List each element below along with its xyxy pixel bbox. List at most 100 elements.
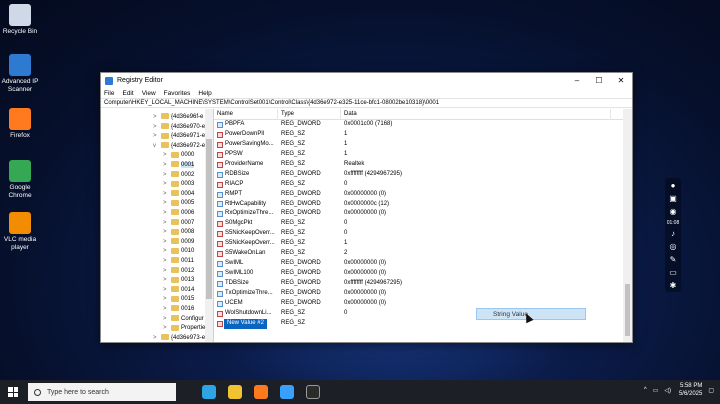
address-bar[interactable]: Computer\HKEY_LOCAL_MACHINE\SYSTEM\Contr… <box>101 98 632 108</box>
tree-item[interactable]: >0002 <box>163 171 194 181</box>
screenshot-icon[interactable]: ▭ <box>668 268 678 278</box>
chevron-right-icon[interactable]: > <box>163 324 171 334</box>
chevron-right-icon[interactable]: > <box>153 132 161 142</box>
desktop-icon[interactable]: VLC media player <box>0 212 40 252</box>
tree-item[interactable]: >0009 <box>163 238 194 248</box>
chevron-right-icon[interactable]: > <box>163 257 171 267</box>
chevron-right-icon[interactable]: > <box>153 113 161 123</box>
menu-file[interactable]: File <box>104 90 114 97</box>
tree-item[interactable]: v {4d36e972-e <box>153 142 205 152</box>
chevron-right-icon[interactable]: > <box>163 305 171 315</box>
tree-scrollbar[interactable] <box>205 109 213 342</box>
chevron-right-icon[interactable]: > <box>163 209 171 219</box>
chevron-right-icon[interactable]: > <box>163 190 171 200</box>
chevron-right-icon[interactable]: > <box>163 171 171 181</box>
edge-icon[interactable] <box>202 385 216 399</box>
start-button[interactable] <box>2 381 24 403</box>
tree-item[interactable]: >0000 <box>163 151 194 161</box>
regedit-taskbar-icon[interactable] <box>280 385 294 399</box>
tree-item[interactable]: >0004 <box>163 190 194 200</box>
tree-item[interactable]: >0010 <box>163 247 194 257</box>
settings-icon[interactable]: ✱ <box>668 281 678 291</box>
tree-item[interactable]: >0008 <box>163 228 194 238</box>
chevron-right-icon[interactable]: > <box>163 151 171 161</box>
chevron-right-icon[interactable]: > <box>163 295 171 305</box>
registry-value-row[interactable]: RtHwCapability REG_DWORD 0x0000000c (12) <box>214 200 632 210</box>
firefox-taskbar-icon[interactable] <box>254 385 268 399</box>
pen-icon[interactable]: ✎ <box>668 255 678 265</box>
desktop-icon[interactable]: Recycle Bin <box>0 4 40 36</box>
volume-icon[interactable]: ◁) <box>664 387 671 394</box>
registry-value-row[interactable]: PPSW REG_SZ 1 <box>214 150 632 160</box>
rename-input[interactable]: New Value #2 <box>224 318 267 329</box>
tree-item[interactable]: > Configur <box>163 315 204 325</box>
menu-edit[interactable]: Edit <box>122 90 133 97</box>
tree-item[interactable]: >0013 <box>163 276 194 286</box>
desktop-icon[interactable]: Advanced IP Scanner <box>0 54 40 94</box>
tree-item[interactable]: > {4d36e96f-e <box>153 113 203 123</box>
close-button[interactable]: ✕ <box>610 73 632 88</box>
title-bar[interactable]: Registry Editor – ☐ ✕ <box>101 73 632 88</box>
chevron-right-icon[interactable]: > <box>163 180 171 190</box>
chevron-right-icon[interactable]: > <box>163 286 171 296</box>
chevron-right-icon[interactable]: > <box>163 228 171 238</box>
tree-item[interactable]: > Propertie <box>163 324 205 334</box>
webcam-icon[interactable]: ◎ <box>668 242 678 252</box>
pause-icon[interactable]: ◉ <box>668 207 678 217</box>
taskbar-search[interactable]: Type here to search <box>28 383 176 401</box>
tree-item[interactable]: >0016 <box>163 305 194 315</box>
chevron-right-icon[interactable]: > <box>153 123 161 133</box>
menu-view[interactable]: View <box>142 90 156 97</box>
taskbar-clock[interactable]: 5:58 PM 5/6/2025 <box>679 382 702 398</box>
maximize-button[interactable]: ☐ <box>588 73 610 88</box>
tree-item[interactable]: >0005 <box>163 199 194 209</box>
chevron-right-icon[interactable]: > <box>153 334 161 342</box>
registry-value-row[interactable]: PowerSavingMo... REG_SZ 1 <box>214 140 632 150</box>
tree-item[interactable]: >0014 <box>163 286 194 296</box>
registry-value-row[interactable]: RMPT REG_DWORD 0x00000000 (0) <box>214 190 632 200</box>
registry-value-row[interactable]: ProviderName REG_SZ Realtek <box>214 160 632 170</box>
column-data[interactable]: Data <box>341 109 611 120</box>
registry-value-row[interactable]: RIACP REG_SZ 0 <box>214 180 632 190</box>
tree-item[interactable]: > {4d36e970-e <box>153 123 205 133</box>
menu-favorites[interactable]: Favorites <box>164 90 191 97</box>
camera-icon[interactable]: ▣ <box>668 194 678 204</box>
registry-value-row[interactable]: TxOptimizeThre... REG_DWORD 0x00000000 (0) <box>214 289 632 299</box>
tree-item[interactable]: >0001 <box>163 161 195 171</box>
chevron-right-icon[interactable]: > <box>163 315 171 325</box>
notifications-icon[interactable]: ▢ <box>708 387 714 394</box>
tree-item[interactable]: >0015 <box>163 295 194 305</box>
list-scrollbar[interactable] <box>623 109 632 342</box>
desktop-icon[interactable]: Firefox <box>0 108 40 140</box>
registry-value-row[interactable]: PowerDownPll REG_SZ 1 <box>214 130 632 140</box>
chevron-right-icon[interactable]: > <box>163 219 171 229</box>
registry-value-row[interactable]: RDBSize REG_DWORD 0xffffffff (4294967295) <box>214 170 632 180</box>
registry-value-row[interactable]: TDBSize REG_DWORD 0xffffffff (4294967295) <box>214 279 632 289</box>
chevron-right-icon[interactable]: > <box>163 161 171 171</box>
column-type[interactable]: Type <box>278 109 341 120</box>
desktop-icon[interactable]: Google Chrome <box>0 160 40 200</box>
minimize-button[interactable]: – <box>566 73 588 88</box>
registry-value-row[interactable]: RxOptimizeThre... REG_DWORD 0x00000000 (0) <box>214 209 632 219</box>
menu-help[interactable]: Help <box>198 90 211 97</box>
terminal-icon[interactable] <box>306 385 320 399</box>
tree-item[interactable]: >0012 <box>163 267 194 277</box>
file-explorer-icon[interactable] <box>228 385 242 399</box>
tree-item[interactable]: >0006 <box>163 209 194 219</box>
registry-value-row[interactable]: S5NicKeepOverr... REG_SZ 0 <box>214 229 632 239</box>
registry-value-row[interactable]: S5NicKeepOverr... REG_SZ 1 <box>214 239 632 249</box>
chevron-right-icon[interactable]: > <box>163 238 171 248</box>
chevron-right-icon[interactable]: > <box>163 276 171 286</box>
registry-value-row[interactable]: SwIML REG_DWORD 0x00000000 (0) <box>214 259 632 269</box>
registry-value-row[interactable]: S0MgcPkt REG_SZ 0 <box>214 219 632 229</box>
chevron-right-icon[interactable]: > <box>163 247 171 257</box>
chevron-up-icon[interactable]: ^ <box>644 387 647 393</box>
tree-item[interactable]: > {4d36e971-e <box>153 132 205 142</box>
registry-value-row[interactable]: S5WakeOnLan REG_SZ 2 <box>214 249 632 259</box>
tree-item[interactable]: > {4d36e973-e <box>153 334 205 342</box>
column-name[interactable]: Name <box>214 109 278 120</box>
registry-value-row[interactable]: PBPFA REG_DWORD 0x0001c00 (7168) <box>214 120 632 130</box>
tree-item[interactable]: >0007 <box>163 219 194 229</box>
chevron-right-icon[interactable]: > <box>163 199 171 209</box>
tree-item[interactable]: >0003 <box>163 180 194 190</box>
